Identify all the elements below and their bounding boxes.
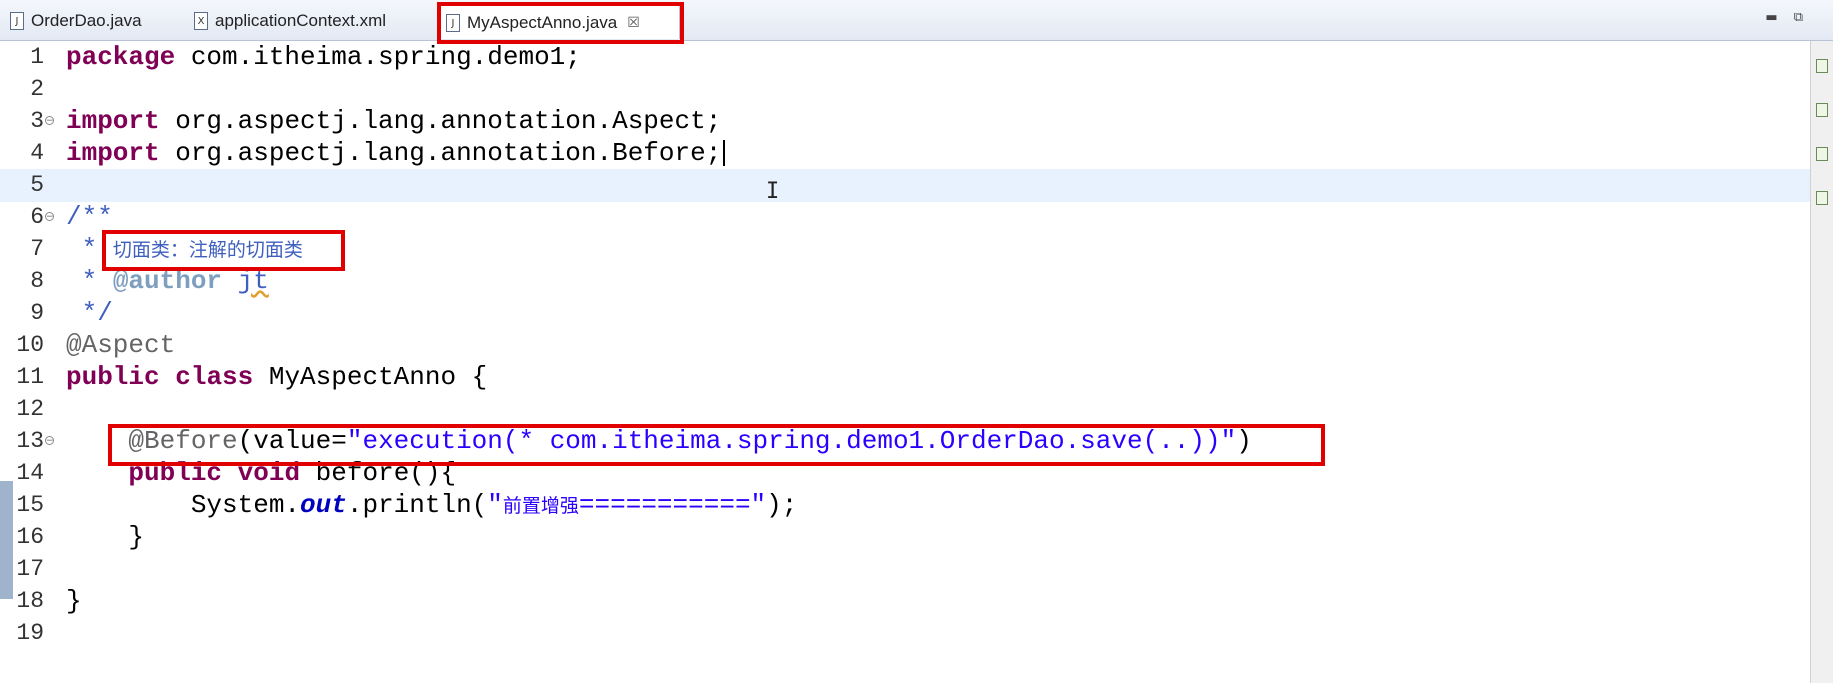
annotation: @Before <box>128 426 238 456</box>
java-file-icon: J <box>10 12 24 30</box>
line-number: 10 <box>16 332 44 358</box>
javadoc-tag: @author <box>112 266 223 296</box>
code-text: org.aspectj.lang.annotation.Aspect; <box>159 106 722 136</box>
line-number: 2 <box>30 76 44 102</box>
fold-collapse-icon[interactable]: − <box>45 436 54 446</box>
code-line-2: 2 <box>0 73 1800 105</box>
keyword: public <box>128 458 223 488</box>
code-line-12: 12 <box>0 393 1800 425</box>
code-text: } <box>66 586 82 616</box>
code-line-11: 11 public class MyAspectAnno { <box>0 361 1800 393</box>
fold-collapse-icon[interactable]: − <box>45 212 54 222</box>
restore-icon[interactable]: ⧉ <box>1794 10 1803 25</box>
keyword: import <box>66 106 160 136</box>
marker-icon[interactable] <box>1816 147 1828 161</box>
tab-label: OrderDao.java <box>31 11 142 30</box>
tab-label: MyAspectAnno.java <box>467 12 618 32</box>
window-buttons: ▬ ⧉ <box>1765 10 1803 25</box>
annotation: @Aspect <box>66 330 176 360</box>
code-line-19: 19 <box>0 617 1800 649</box>
line-number: 13 <box>16 428 44 454</box>
tab-myaspectanno-java[interactable]: J MyAspectAnno.java ☒ <box>437 5 680 39</box>
code-line-15: 15 System.out.println("前置增强===========")… <box>0 489 1800 521</box>
line-number: 14 <box>16 460 44 486</box>
line-number: 9 <box>30 300 44 326</box>
close-icon[interactable]: ☒ <box>627 15 640 31</box>
line-number: 15 <box>16 492 44 518</box>
code-line-4: 4 import org.aspectj.lang.annotation.Bef… <box>0 137 1800 169</box>
code-line-16: 16 } <box>0 521 1800 553</box>
code-text: ) <box>1236 426 1252 456</box>
code-line-10: 10 @Aspect <box>0 329 1800 361</box>
code-text: before(){ <box>300 458 457 488</box>
string-literal: "execution(* com.itheima.spring.demo1.Or… <box>346 426 1237 456</box>
keyword: import <box>66 138 160 168</box>
line-number: 8 <box>30 268 44 294</box>
comment-star: * <box>66 266 113 296</box>
keyword: public <box>66 362 160 392</box>
line-number: 17 <box>16 556 44 582</box>
code-line-14: 14 public void before(){ <box>0 457 1800 489</box>
line-number: 3 <box>30 108 44 134</box>
code-text: org.aspectj.lang.annotation.Before; <box>159 138 722 168</box>
line-number: 6 <box>30 204 44 230</box>
fold-collapse-icon[interactable]: − <box>45 116 54 126</box>
line-number: 16 <box>16 524 44 550</box>
marker-icon[interactable] <box>1816 59 1828 73</box>
string-literal: ===========" <box>578 490 767 520</box>
keyword: class <box>175 362 254 392</box>
line-number: 7 <box>30 236 44 262</box>
tab-orderdao-java[interactable]: J OrderDao.java <box>2 6 150 36</box>
line-number: 1 <box>30 44 44 70</box>
code-line-6: 6 − /** <box>0 201 1800 233</box>
line-number: 11 <box>16 364 44 390</box>
ibeam-cursor-icon: I <box>766 179 780 204</box>
code-text: MyAspectAnno { <box>253 362 488 392</box>
code-text: .println( <box>346 490 488 520</box>
code-line-3: 3 − import org.aspectj.lang.annotation.A… <box>0 105 1800 137</box>
code-text: System. <box>66 490 301 520</box>
code-line-9: 9 */ <box>0 297 1800 329</box>
code-line-8: 8 * @author jt <box>0 265 1800 297</box>
static-field: out <box>300 490 347 520</box>
line-number: 12 <box>16 396 44 422</box>
line-number: 18 <box>16 588 44 614</box>
line-number: 5 <box>30 172 44 198</box>
code-line-1: 1 package com.itheima.spring.demo1; <box>0 41 1800 73</box>
code-editor[interactable]: 1 package com.itheima.spring.demo1; 2 3 … <box>0 41 1810 683</box>
code-line-7: 7 * 切面类：注解的切面类 <box>0 233 1800 265</box>
string-literal: 前置增强 <box>502 495 579 517</box>
marker-icon[interactable] <box>1816 103 1828 117</box>
java-file-icon: J <box>446 13 460 32</box>
code-text: } <box>66 522 145 552</box>
keyword: void <box>237 458 301 488</box>
line-number: 19 <box>16 620 44 646</box>
text-caret <box>723 140 726 167</box>
code-text: ); <box>766 490 798 520</box>
keyword: package <box>66 42 176 72</box>
author-name: jt <box>237 266 269 296</box>
marker-icon[interactable] <box>1816 191 1828 205</box>
comment-text: */ <box>66 298 113 328</box>
code-line-18: 18 } <box>0 585 1800 617</box>
comment-text: /** <box>66 202 113 232</box>
code-text: com.itheima.spring.demo1; <box>175 42 581 72</box>
tab-label: applicationContext.xml <box>215 11 387 30</box>
overview-ruler[interactable] <box>1810 41 1833 683</box>
javadoc-description: 切面类：注解的切面类 <box>112 239 303 261</box>
line-number: 4 <box>30 140 44 166</box>
code-line-5: 5 <box>0 169 1800 201</box>
code-line-17: 17 <box>0 553 1800 585</box>
code-text: (value= <box>237 426 347 456</box>
xml-file-icon: X <box>194 12 208 30</box>
minimize-icon[interactable]: ▬ <box>1765 10 1777 25</box>
comment-star: * <box>66 234 113 264</box>
tab-applicationcontext-xml[interactable]: X applicationContext.xml <box>186 6 394 36</box>
code-line-13: 13 − @Before(value="execution(* com.ithe… <box>0 425 1800 457</box>
editor-tab-bar: J OrderDao.java X applicationContext.xml… <box>0 0 1833 41</box>
